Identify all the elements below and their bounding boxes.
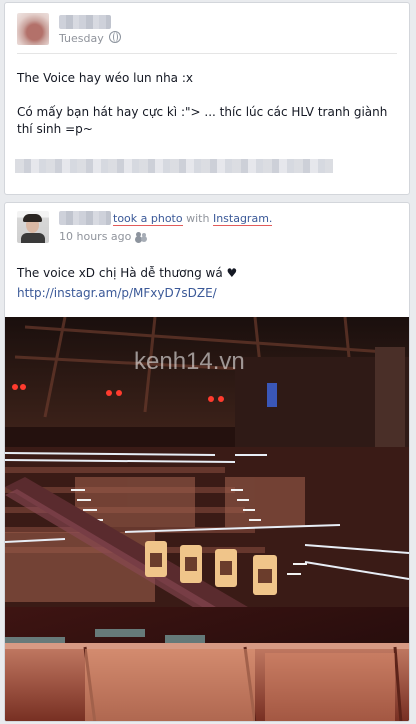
post-timestamp[interactable]: 10 hours ago (59, 230, 131, 243)
post-photo[interactable]: kenh14.vn (5, 317, 409, 721)
with-word: with (186, 212, 210, 225)
avatar-hair (23, 214, 42, 222)
instagram-url-link[interactable]: http://instagr.am/p/MFxyD7sDZE/ (17, 285, 395, 302)
post-timestamp[interactable]: Tuesday (59, 32, 104, 45)
status-post-card: Tuesday The Voice hay wéo lun nha :x Có … (4, 2, 410, 195)
post-caption: The voice xD chị Hà dễ thương wá ♥ (17, 266, 238, 280)
author-name-blurred[interactable] (59, 15, 111, 29)
watermark-text: kenh14.vn (134, 348, 245, 375)
the-voice-stage-photo: kenh14.vn (5, 317, 409, 721)
story-line: took a photo with Instagram. (59, 212, 273, 226)
public-globe-icon[interactable] (108, 31, 121, 43)
post-meta: 10 hours ago (59, 230, 147, 243)
avatar-shirt (21, 233, 45, 243)
took-photo-link[interactable]: took a photo (113, 212, 183, 226)
blurred-content (15, 159, 333, 173)
author-avatar[interactable] (17, 211, 49, 243)
photo-post-card: took a photo with Instagram. 10 hours ag… (4, 202, 410, 722)
post-text-line: Có mấy bạn hát hay cực kì :"> ... thíc l… (17, 105, 388, 136)
post-text-line: The Voice hay wéo lun nha :x (17, 71, 193, 85)
instagram-link[interactable]: Instagram. (212, 212, 273, 226)
divider (17, 53, 397, 54)
post-meta: Tuesday (59, 31, 121, 45)
friends-privacy-icon[interactable] (136, 232, 147, 241)
author-avatar[interactable] (17, 13, 49, 45)
